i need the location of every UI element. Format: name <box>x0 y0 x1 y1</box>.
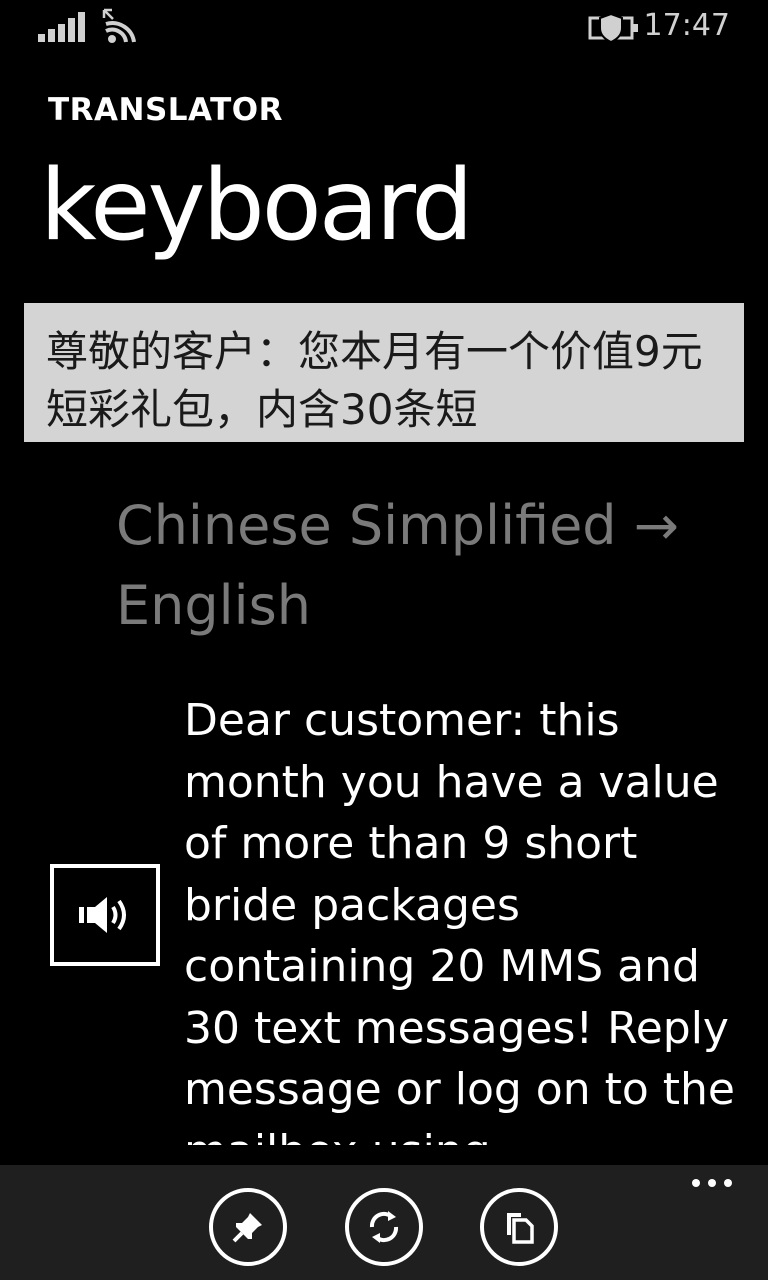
swap-icon <box>369 1211 399 1243</box>
swap-languages-button[interactable] <box>345 1188 423 1266</box>
source-text-box[interactable]: 尊敬的客户：您本月有一个价值9元短彩礼包，内含30条短 <box>24 303 744 442</box>
source-text: 尊敬的客户：您本月有一个价值9元短彩礼包，内含30条短 <box>46 327 703 429</box>
signal-bars-icon <box>38 12 85 42</box>
clock: 17:47 <box>643 8 730 43</box>
more-ellipsis-icon[interactable] <box>692 1179 732 1187</box>
translation-text: Dear customer: this month you have a val… <box>184 695 735 1145</box>
copy-button[interactable] <box>480 1188 558 1266</box>
speaker-icon <box>79 897 126 933</box>
wifi-icon <box>102 8 136 43</box>
language-pair-label[interactable]: Chinese Simplified → English <box>116 486 716 646</box>
page-title: keyboard <box>40 149 474 263</box>
status-bar: 17:47 <box>0 0 768 56</box>
speak-button[interactable] <box>50 864 160 966</box>
pin-button[interactable] <box>209 1188 287 1266</box>
app-title: TRANSLATOR <box>48 92 283 128</box>
battery-saver-icon <box>588 12 638 44</box>
copy-icon <box>507 1213 534 1244</box>
app-bar <box>0 1165 768 1280</box>
pin-icon <box>232 1213 262 1243</box>
